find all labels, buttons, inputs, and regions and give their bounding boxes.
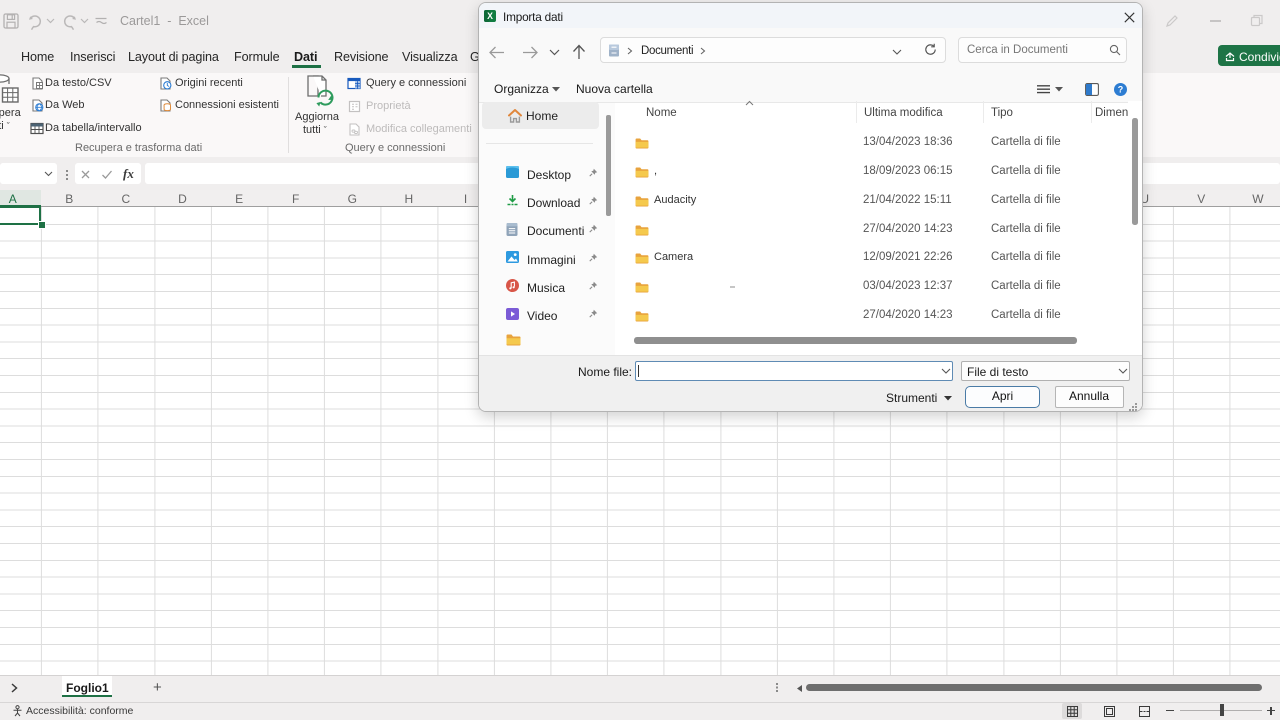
svg-text:X: X [487,11,493,21]
svg-text:?: ? [1118,85,1124,95]
